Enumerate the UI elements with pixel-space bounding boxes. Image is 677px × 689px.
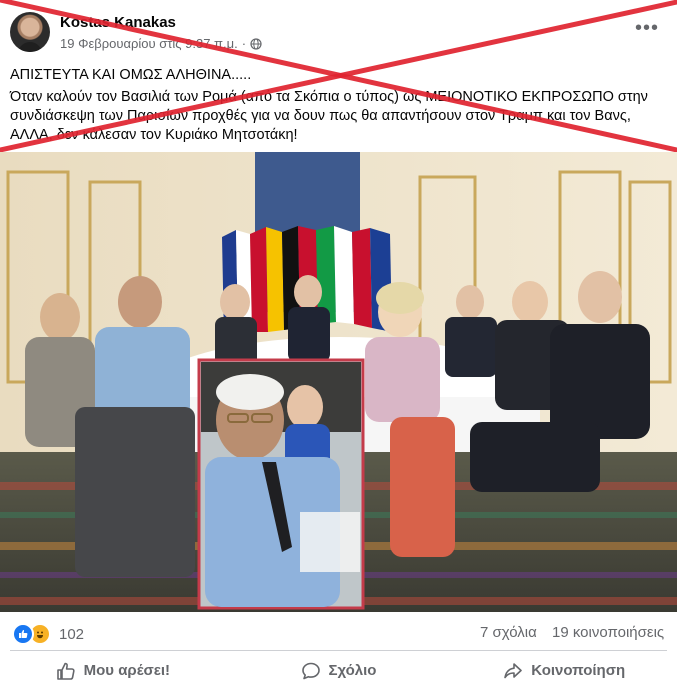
comment-icon <box>301 662 320 679</box>
share-button[interactable]: Κοινοποίηση <box>451 652 677 689</box>
post-header: Kostas Kanakas 19 Φεβρουαρίου στις 9:37 … <box>0 0 677 62</box>
reaction-count[interactable]: 102 <box>59 626 84 643</box>
post-stats: 102 7 σχόλια 19 κοινοποιήσεις <box>0 614 677 650</box>
post-text-line-2: Όταν καλούν τον Βασιλιά των Ρομά (από τα… <box>10 89 648 143</box>
post-date[interactable]: 19 Φεβρουαρίου στις 9:37 π.μ. <box>60 36 238 51</box>
share-icon <box>504 662 523 678</box>
post-text: ΑΠΙΣΤΕΥΤΑ ΚΑΙ ΟΜΩΣ ΑΛΗΘΙΝΑ..... Όταν καλ… <box>10 66 670 148</box>
comment-label: Σχόλιο <box>328 662 377 679</box>
comments-count[interactable]: 7 σχόλια <box>480 624 537 641</box>
author-avatar[interactable] <box>10 12 50 52</box>
like-icon <box>56 662 75 680</box>
post-photo[interactable] <box>0 152 677 612</box>
reactions-summary[interactable]: 102 <box>12 623 84 645</box>
shares-count[interactable]: 19 κοινοποιήσεις <box>552 624 664 641</box>
post-text-line-1: ΑΠΙΣΤΕΥΤΑ ΚΑΙ ΟΜΩΣ ΑΛΗΘΙΝΑ..... <box>10 67 252 83</box>
like-button[interactable]: Μου αρέσει! <box>0 652 226 689</box>
more-options-button[interactable]: ••• <box>635 18 659 38</box>
post-meta: 19 Φεβρουαρίου στις 9:37 π.μ. · <box>60 36 262 51</box>
comment-button[interactable]: Σχόλιο <box>226 652 452 689</box>
divider <box>10 650 667 651</box>
post-actions: Μου αρέσει! Σχόλιο Κοινοποίηση <box>0 652 677 689</box>
like-reaction-icon <box>12 623 34 645</box>
summit-photo-illustration <box>0 152 677 612</box>
share-label: Κοινοποίηση <box>531 662 626 679</box>
separator-dot: · <box>241 36 247 51</box>
author-name[interactable]: Kostas Kanakas <box>60 14 176 31</box>
globe-icon <box>250 37 262 50</box>
like-label: Μου αρέσει! <box>83 662 171 679</box>
